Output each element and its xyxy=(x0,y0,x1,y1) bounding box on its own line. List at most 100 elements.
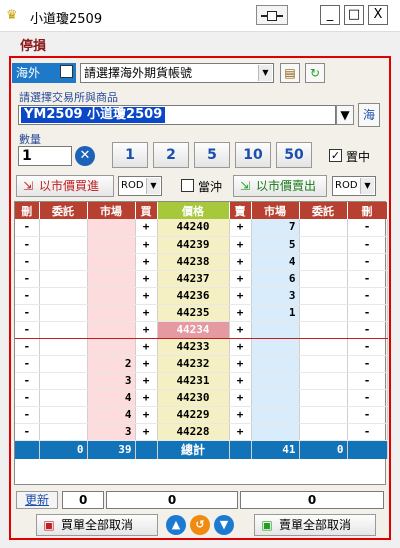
cancel-all-buy-button[interactable]: ▣ 買單全部取消 xyxy=(36,514,158,536)
buy-plus-cell[interactable]: + xyxy=(135,219,158,237)
delete-sell-cell[interactable]: - xyxy=(347,304,388,322)
order-buy-cell[interactable] xyxy=(39,253,88,271)
sell-plus-cell[interactable]: + xyxy=(229,253,252,271)
order-sell-cell[interactable] xyxy=(299,338,348,356)
delete-sell-cell[interactable]: - xyxy=(347,338,388,356)
order-sell-cell[interactable] xyxy=(299,423,348,441)
sell-plus-cell[interactable]: + xyxy=(229,355,252,373)
buy-plus-cell[interactable]: + xyxy=(135,406,158,424)
order-sell-cell[interactable] xyxy=(299,253,348,271)
account-select[interactable]: 請選擇海外期貨帳號 ▼ xyxy=(80,63,274,83)
sell-plus-cell[interactable]: + xyxy=(229,389,252,407)
sell-plus-cell[interactable]: + xyxy=(229,338,252,356)
delete-buy-cell[interactable]: - xyxy=(15,355,40,373)
order-sell-cell[interactable] xyxy=(299,287,348,305)
day-trade-checkbox[interactable] xyxy=(181,179,194,192)
sell-plus-cell[interactable]: + xyxy=(229,372,252,390)
market-buy-button[interactable]: ⇲ 以市價買進 xyxy=(16,175,114,197)
buy-plus-cell[interactable]: + xyxy=(135,355,158,373)
delete-sell-cell[interactable]: - xyxy=(347,406,388,424)
pin-toggle-button[interactable] xyxy=(256,5,288,25)
chevron-down-icon[interactable]: ▼ xyxy=(336,105,354,125)
buy-plus-cell[interactable]: + xyxy=(135,304,158,322)
delete-sell-cell[interactable]: - xyxy=(347,270,388,288)
refresh-button[interactable]: 更新 xyxy=(16,491,58,509)
delete-sell-cell[interactable]: - xyxy=(347,219,388,237)
order-sell-cell[interactable] xyxy=(299,406,348,424)
overseas-product-button[interactable]: 海 xyxy=(358,103,380,127)
sell-plus-cell[interactable]: + xyxy=(229,219,252,237)
delete-buy-cell[interactable]: - xyxy=(15,372,40,390)
buy-plus-cell[interactable]: + xyxy=(135,253,158,271)
sell-plus-cell[interactable]: + xyxy=(229,406,252,424)
delete-buy-cell[interactable]: - xyxy=(15,321,40,339)
chevron-down-icon[interactable]: ▼ xyxy=(258,65,272,81)
chevron-down-icon[interactable]: ▼ xyxy=(146,178,160,194)
buy-rod-select[interactable]: ROD ▼ xyxy=(118,176,162,196)
order-sell-cell[interactable] xyxy=(299,270,348,288)
qty-preset-1[interactable]: 1 xyxy=(112,142,148,168)
order-buy-cell[interactable] xyxy=(39,389,88,407)
sell-plus-cell[interactable]: + xyxy=(229,423,252,441)
overseas-checkbox[interactable] xyxy=(60,65,73,78)
order-buy-cell[interactable] xyxy=(39,304,88,322)
delete-sell-cell[interactable]: - xyxy=(347,253,388,271)
quantity-input[interactable]: 1 xyxy=(18,146,72,166)
order-buy-cell[interactable] xyxy=(39,355,88,373)
delete-buy-cell[interactable]: - xyxy=(15,253,40,271)
order-sell-cell[interactable] xyxy=(299,355,348,373)
delete-sell-cell[interactable]: - xyxy=(347,355,388,373)
buy-plus-cell[interactable]: + xyxy=(135,236,158,254)
recenter-icon[interactable]: ↺ xyxy=(190,515,210,535)
buy-plus-cell[interactable]: + xyxy=(135,338,158,356)
order-sell-cell[interactable] xyxy=(299,236,348,254)
menu-stop-loss[interactable]: 停損 xyxy=(20,35,46,54)
buy-plus-cell[interactable]: + xyxy=(135,270,158,288)
delete-buy-cell[interactable]: - xyxy=(15,287,40,305)
order-sell-cell[interactable] xyxy=(299,372,348,390)
delete-sell-cell[interactable]: - xyxy=(347,372,388,390)
qty-preset-10[interactable]: 10 xyxy=(235,142,271,168)
order-sell-cell[interactable] xyxy=(299,389,348,407)
qty-preset-5[interactable]: 5 xyxy=(194,142,230,168)
pin-center-checkbox[interactable]: ✓ xyxy=(329,149,342,162)
qty-preset-50[interactable]: 50 xyxy=(276,142,312,168)
delete-buy-cell[interactable]: - xyxy=(15,304,40,322)
clipboard-icon[interactable]: ▤ xyxy=(280,63,300,83)
delete-sell-cell[interactable]: - xyxy=(347,287,388,305)
buy-plus-cell[interactable]: + xyxy=(135,321,158,339)
sell-plus-cell[interactable]: + xyxy=(229,304,252,322)
chevron-down-icon[interactable]: ▼ xyxy=(360,178,374,194)
order-buy-cell[interactable] xyxy=(39,338,88,356)
buy-plus-cell[interactable]: + xyxy=(135,372,158,390)
market-sell-button[interactable]: ⇲ 以市價賣出 xyxy=(233,175,327,197)
scroll-up-icon[interactable]: ▲ xyxy=(166,515,186,535)
order-buy-cell[interactable] xyxy=(39,321,88,339)
order-buy-cell[interactable] xyxy=(39,406,88,424)
order-sell-cell[interactable] xyxy=(299,304,348,322)
buy-plus-cell[interactable]: + xyxy=(135,389,158,407)
order-buy-cell[interactable] xyxy=(39,236,88,254)
order-sell-cell[interactable] xyxy=(299,219,348,237)
maximize-button[interactable]: □ xyxy=(344,5,364,25)
clear-quantity-icon[interactable]: ✕ xyxy=(75,146,95,166)
sell-plus-cell[interactable]: + xyxy=(229,270,252,288)
order-buy-cell[interactable] xyxy=(39,423,88,441)
delete-sell-cell[interactable]: - xyxy=(347,236,388,254)
delete-buy-cell[interactable]: - xyxy=(15,338,40,356)
sell-plus-cell[interactable]: + xyxy=(229,287,252,305)
order-buy-cell[interactable] xyxy=(39,372,88,390)
delete-buy-cell[interactable]: - xyxy=(15,236,40,254)
scroll-down-icon[interactable]: ▼ xyxy=(214,515,234,535)
delete-buy-cell[interactable]: - xyxy=(15,423,40,441)
sell-plus-cell[interactable]: + xyxy=(229,321,252,339)
buy-plus-cell[interactable]: + xyxy=(135,287,158,305)
order-buy-cell[interactable] xyxy=(39,219,88,237)
delete-buy-cell[interactable]: - xyxy=(15,270,40,288)
delete-sell-cell[interactable]: - xyxy=(347,423,388,441)
delete-buy-cell[interactable]: - xyxy=(15,389,40,407)
sell-rod-select[interactable]: ROD ▼ xyxy=(332,176,376,196)
delete-buy-cell[interactable]: - xyxy=(15,219,40,237)
sell-plus-cell[interactable]: + xyxy=(229,236,252,254)
cancel-all-sell-button[interactable]: ▣ 賣單全部取消 xyxy=(254,514,376,536)
